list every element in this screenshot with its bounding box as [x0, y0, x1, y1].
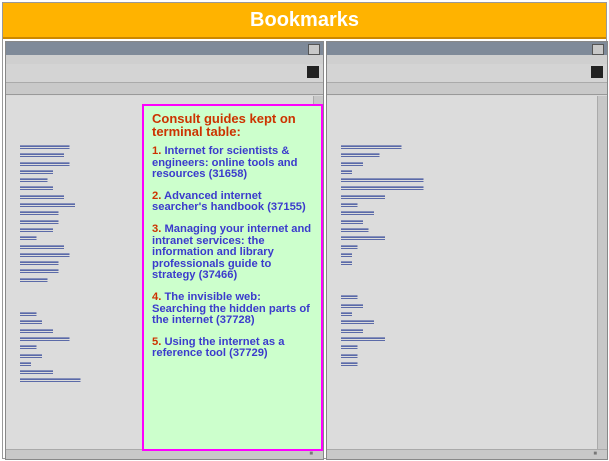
browser-toolbar — [6, 64, 323, 83]
list-item[interactable]: ▬▬▬▬▬▬ — [341, 208, 591, 216]
list-item[interactable]: ▬▬ — [341, 258, 591, 266]
list-item[interactable]: ▬▬▬▬ — [341, 301, 591, 309]
menu-bar — [327, 55, 607, 64]
page-heading-placeholder — [333, 104, 591, 120]
list-item[interactable]: ▬▬▬▬▬▬▬▬ — [341, 334, 591, 342]
list-item[interactable]: ▬▬▬ — [341, 242, 591, 250]
slide-title: Bookmarks — [250, 8, 359, 31]
guide-item: 4. The invisible web: Searching the hidd… — [152, 290, 313, 327]
vertical-scrollbar[interactable] — [597, 96, 607, 449]
list-item[interactable]: ▬▬▬▬▬▬▬▬▬▬▬▬▬▬▬ — [341, 175, 591, 183]
guide-item-number: 3. — [152, 222, 162, 235]
link-list: ▬▬▬ ▬▬▬▬ ▬▬ ▬▬▬▬▬▬ ▬▬▬▬ ▬▬▬▬▬▬▬▬ ▬▬▬ ▬▬▬… — [333, 292, 591, 367]
menu-bar — [6, 55, 323, 64]
guide-item: 3. Managing your internet and intranet s… — [152, 222, 313, 282]
callout-heading: Consult guides kept on terminal table: — [152, 111, 296, 139]
window-close-icon[interactable] — [308, 44, 320, 55]
list-item[interactable]: ▬▬▬ — [341, 200, 591, 208]
list-item[interactable]: ▬▬▬ — [341, 359, 591, 367]
list-item[interactable]: ▬▬▬▬▬▬▬ — [341, 150, 591, 158]
list-item[interactable]: ▬▬▬▬▬▬▬▬▬▬▬▬▬▬▬ — [341, 183, 591, 191]
list-item[interactable]: ▬▬▬▬ — [341, 217, 591, 225]
section-heading — [333, 280, 591, 286]
guides-callout: Consult guides kept on terminal table: 1… — [142, 104, 323, 451]
guide-item-text: The invisible web: Searching the hidden … — [152, 290, 310, 327]
list-item[interactable]: ▬▬▬▬ — [341, 159, 591, 167]
list-item[interactable]: ▬▬▬▬▬▬ — [341, 317, 591, 325]
list-item[interactable]: ▬▬▬▬▬▬▬▬▬▬▬ — [341, 142, 591, 150]
guide-item-text: Using the internet as a reference tool (… — [152, 335, 285, 360]
guide-item-number: 5. — [152, 335, 162, 348]
browser-logo-icon — [591, 66, 603, 78]
window-title-bar — [327, 42, 607, 55]
guide-item-text: Internet for scientists & engineers: onl… — [152, 145, 298, 181]
guide-item-text: Advanced internet searcher's handbook (3… — [152, 189, 306, 214]
guide-item: 2. Advanced internet searcher's handbook… — [152, 189, 313, 214]
slide-frame: Bookmarks ▬▬▬▬▬▬▬▬▬ ▬▬▬▬▬▬▬▬ ▬▬▬▬▬▬▬▬▬ ▬… — [2, 2, 608, 460]
list-item[interactable]: ▬▬▬ — [341, 342, 591, 350]
window-title-bar — [6, 42, 323, 55]
link-list: ▬▬▬▬▬▬▬▬▬▬▬ ▬▬▬▬▬▬▬ ▬▬▬▬ ▬▬ ▬▬▬▬▬▬▬▬▬▬▬▬… — [333, 142, 591, 266]
browser-toolbar — [327, 64, 607, 83]
address-bar[interactable] — [6, 83, 323, 95]
guide-item: 1. Internet for scientists & engineers: … — [152, 145, 313, 181]
title-bar: Bookmarks — [3, 3, 606, 39]
guide-item-number: 1. — [152, 145, 162, 157]
address-bar[interactable] — [327, 83, 607, 95]
list-item[interactable]: ▬▬▬ — [341, 292, 591, 300]
guide-item: 5. Using the internet as a reference too… — [152, 335, 313, 360]
list-item[interactable]: ▬▬▬▬▬▬▬▬ — [341, 233, 591, 241]
list-item[interactable]: ▬▬ — [341, 167, 591, 175]
guide-item-text: Managing your internet and intranet serv… — [152, 222, 312, 282]
list-item[interactable]: ▬▬ — [341, 309, 591, 317]
list-item[interactable]: ▬▬▬ — [341, 351, 591, 359]
status-bar: ■ — [327, 449, 607, 459]
list-item[interactable]: ▬▬▬▬ — [341, 326, 591, 334]
list-item[interactable]: ▬▬ — [341, 250, 591, 258]
window-close-icon[interactable] — [592, 44, 604, 55]
section-heading — [333, 130, 591, 136]
list-item[interactable]: ▬▬▬▬▬ — [341, 225, 591, 233]
browser-logo-icon — [307, 66, 319, 78]
right-browser-window: ▬▬▬▬▬▬▬▬▬▬▬ ▬▬▬▬▬▬▬ ▬▬▬▬ ▬▬ ▬▬▬▬▬▬▬▬▬▬▬▬… — [326, 41, 608, 460]
guide-item-number: 2. — [152, 189, 162, 202]
list-item[interactable]: ▬▬▬▬▬▬▬▬ — [341, 192, 591, 200]
guide-item-number: 4. — [152, 290, 162, 303]
bookmarks-page: ▬▬▬▬▬▬▬▬▬▬▬ ▬▬▬▬▬▬▬ ▬▬▬▬ ▬▬ ▬▬▬▬▬▬▬▬▬▬▬▬… — [327, 96, 597, 449]
